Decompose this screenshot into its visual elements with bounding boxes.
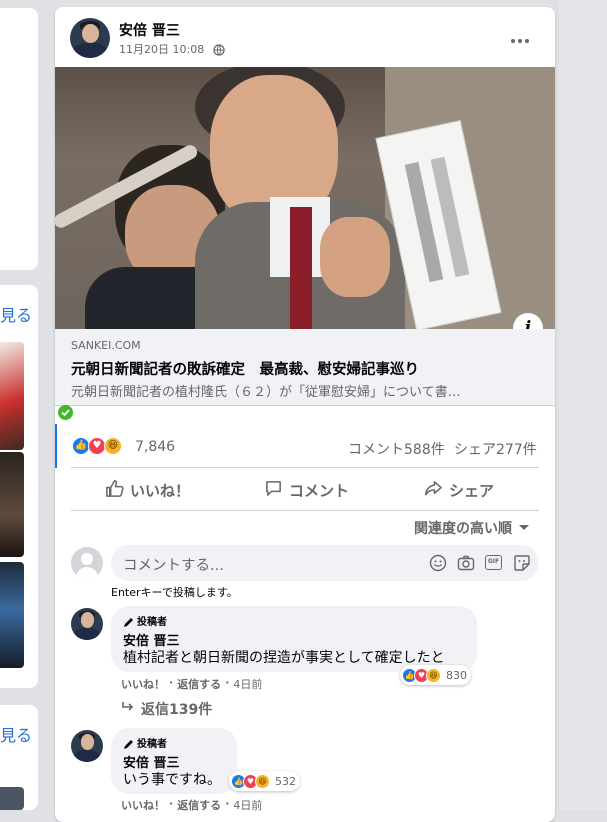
gif-icon[interactable]: GIF <box>485 555 502 570</box>
like-button-label: いいね！ <box>130 482 191 500</box>
comment-sort-dropdown[interactable]: 関連度の高い順 <box>414 518 530 538</box>
author-role-badge: 投稿者 <box>137 739 167 750</box>
link-preview-card[interactable]: SANKEI.COM 元朝日新聞記者の敗訴確定 最高裁、慰安婦記事巡り 元朝日新… <box>55 329 555 406</box>
divider <box>71 467 539 468</box>
composer-avatar[interactable] <box>71 547 103 579</box>
globe-icon <box>213 41 225 60</box>
comment-reply-link[interactable]: 返信する <box>177 676 221 692</box>
comment-reaction-badge[interactable]: 👍 ♥ 😆 532 <box>229 771 300 791</box>
comment-bubble: 投稿者 安倍 晋三 いう事ですね。 <box>111 728 237 794</box>
link-description: 元朝日新聞記者の植村隆氏（６２）が「従軍慰安婦」について書… <box>71 385 461 400</box>
sticker-icon[interactable] <box>513 554 531 576</box>
share-icon <box>424 479 443 502</box>
separator-dot: · <box>169 797 174 810</box>
haha-reaction-icon: 😆 <box>255 773 270 789</box>
haha-reaction-icon: 😆 <box>426 667 441 683</box>
left-thumbnail-3[interactable] <box>0 562 24 668</box>
separator-dot: · <box>225 797 230 810</box>
thumbs-up-icon <box>105 479 124 502</box>
comment-actions: いいね！ · 返信する · 4日前 <box>121 797 262 813</box>
comment-input-placeholder: コメントする... <box>123 558 224 574</box>
comment-avatar[interactable] <box>71 608 103 640</box>
share-button[interactable]: シェア <box>424 479 494 502</box>
share-button-label: シェア <box>449 482 495 500</box>
comment-avatar[interactable] <box>71 730 103 762</box>
comment-input[interactable]: コメントする... GIF <box>111 545 539 581</box>
composer-avatar-body <box>76 567 98 579</box>
comment-button[interactable]: コメント <box>264 479 349 502</box>
left-thumbnail-1[interactable] <box>0 342 24 450</box>
comment-reply-link[interactable]: 返信する <box>177 797 221 813</box>
reply-arrow-icon <box>121 701 135 717</box>
see-more-link-2[interactable]: 見る <box>0 722 32 746</box>
post-focus-bar <box>55 424 57 468</box>
comment-time[interactable]: 4日前 <box>233 676 262 692</box>
comment-count[interactable]: コメント588件 <box>348 439 445 459</box>
link-title[interactable]: 元朝日新聞記者の敗訴確定 最高裁、慰安婦記事巡り <box>71 358 419 379</box>
comment-reaction-count: 532 <box>275 774 296 788</box>
comment-actions: いいね！ · 返信する · 4日前 <box>121 676 262 692</box>
photo-speaker-hand <box>320 217 390 297</box>
caret-down-icon <box>518 520 530 536</box>
comment-time[interactable]: 4日前 <box>233 797 262 813</box>
reaction-count[interactable]: 7,846 <box>135 439 175 455</box>
more-options-icon[interactable] <box>510 29 530 48</box>
right-gutter <box>559 0 607 810</box>
sort-label: 関連度の高い順 <box>414 521 512 537</box>
comment-button-label: コメント <box>289 482 350 500</box>
emoji-icon[interactable] <box>429 554 447 576</box>
comment-icon <box>264 479 283 502</box>
photo-speaker-tie <box>290 207 312 329</box>
left-thumbnail-2[interactable] <box>0 452 24 557</box>
post-timestamp[interactable]: 11月20日 10:08 <box>119 41 204 57</box>
view-replies-link[interactable]: 返信139件 <box>121 699 212 719</box>
reaction-icons[interactable]: 👍 ♥ 😆 <box>72 437 132 455</box>
left-thumbnail-4[interactable] <box>0 787 24 810</box>
share-count[interactable]: シェア277件 <box>454 439 537 459</box>
haha-reaction-icon: 😆 <box>104 437 122 455</box>
post-author-name[interactable]: 安倍 晋三 <box>119 20 180 40</box>
link-domain: SANKEI.COM <box>71 339 141 352</box>
author-role-badge: 投稿者 <box>137 617 167 628</box>
author-avatar[interactable] <box>70 18 110 58</box>
replies-count-label: 返信139件 <box>141 702 213 718</box>
like-button[interactable]: いいね！ <box>105 479 190 502</box>
separator-dot: · <box>169 676 174 689</box>
enter-hint: Enterキーで投稿します。 <box>111 586 238 599</box>
separator-dot: · <box>225 676 230 689</box>
comment-like-link[interactable]: いいね！ <box>121 797 165 813</box>
left-card-top <box>0 8 38 270</box>
comment-reaction-count: 830 <box>446 668 467 682</box>
comment-reaction-badge[interactable]: 👍 ♥ 😆 830 <box>400 665 471 685</box>
comment-bubble: 投稿者 安倍 晋三 植村記者と朝日新聞の捏造が事実として確定したと <box>111 606 477 672</box>
comment-text: 植村記者と朝日新聞の捏造が事実として確定したと <box>123 650 445 666</box>
check-icon <box>58 405 73 420</box>
comment-text: いう事ですね。 <box>123 772 221 788</box>
comment-like-link[interactable]: いいね！ <box>121 676 165 692</box>
post-card: 安倍 晋三 11月20日 10:08 i SANKEI.COM 元朝日新聞記者の… <box>55 7 555 822</box>
see-more-link-1[interactable]: 見る <box>0 302 32 326</box>
camera-icon[interactable] <box>457 554 475 576</box>
divider <box>71 510 539 511</box>
link-preview-image[interactable]: i <box>55 67 555 329</box>
composer-avatar-head <box>81 553 93 565</box>
